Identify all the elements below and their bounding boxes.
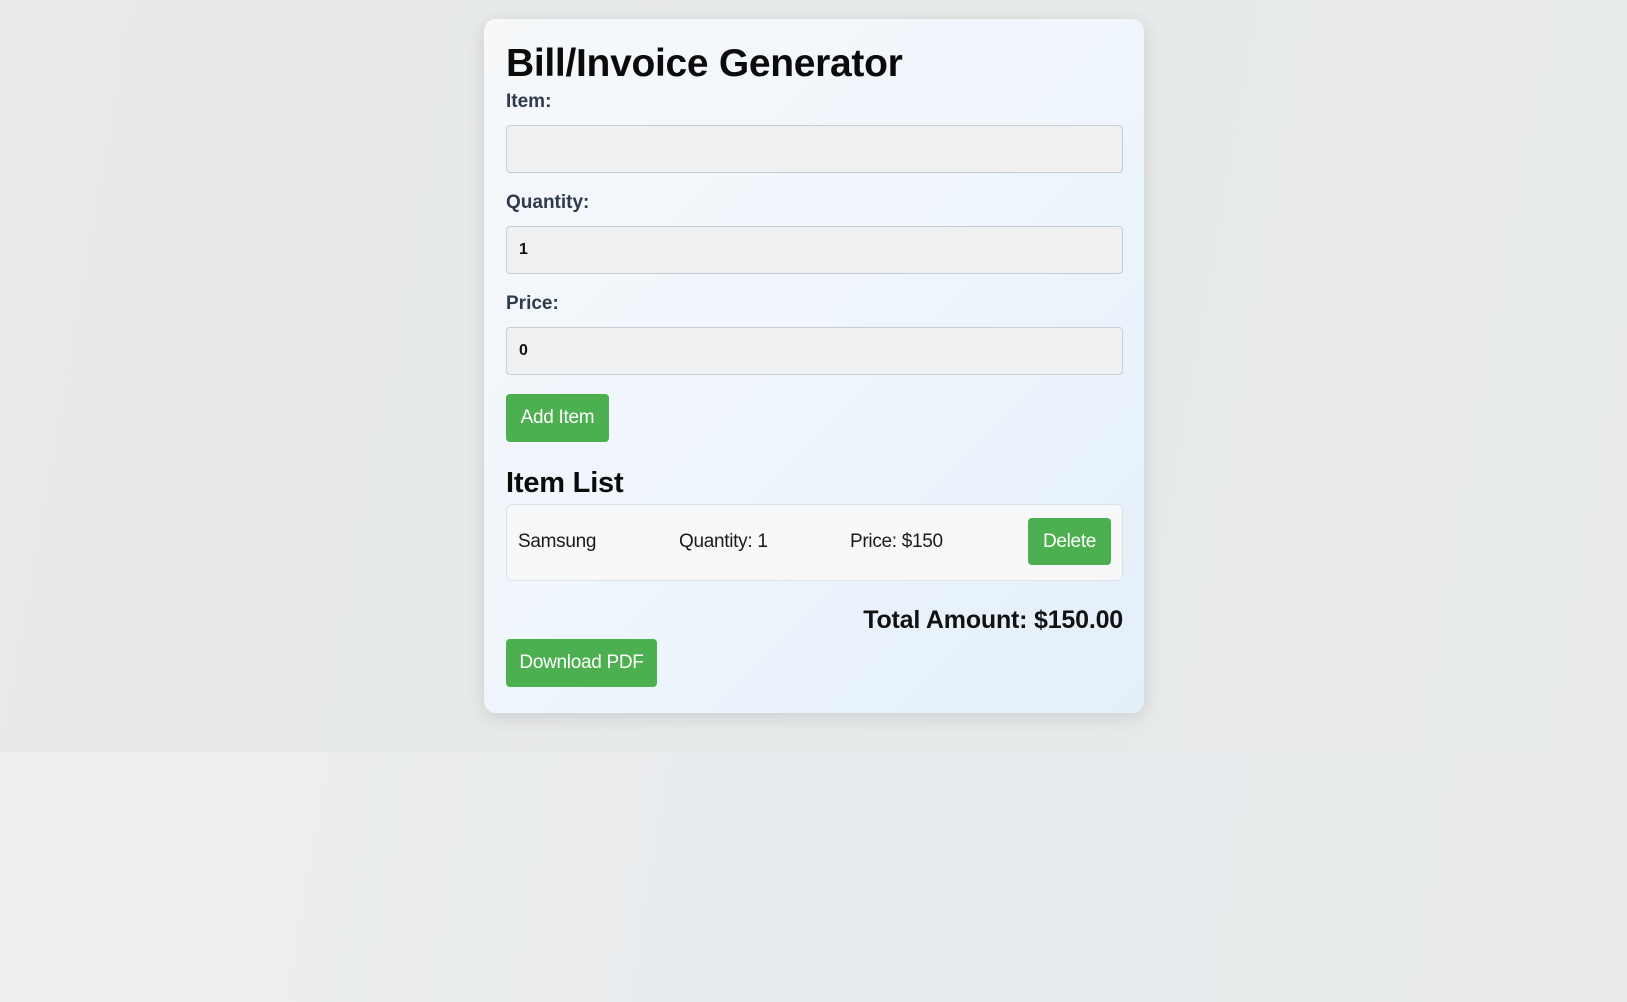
total-amount: Total Amount: $150.00 — [863, 606, 1123, 634]
item-label: Item: — [506, 91, 552, 112]
invoice-card: Bill/Invoice Generator Item: Quantity: P… — [484, 19, 1144, 713]
delete-item-button[interactable]: Delete — [1028, 518, 1111, 565]
item-field-group: Item: — [506, 91, 1123, 173]
list-item: Samsung Quantity: 1 Price: $150 Delete — [506, 504, 1123, 581]
item-name: Samsung — [518, 531, 597, 552]
page-title: Bill/Invoice Generator — [506, 42, 903, 85]
price-input[interactable] — [506, 327, 1123, 375]
item-list-title: Item List — [506, 467, 624, 499]
item-quantity: Quantity: 1 — [679, 531, 768, 552]
quantity-label: Quantity: — [506, 192, 590, 213]
item-input[interactable] — [506, 125, 1123, 173]
quantity-field-group: Quantity: — [506, 192, 1123, 274]
quantity-input[interactable] — [506, 226, 1123, 274]
price-label: Price: — [506, 293, 559, 314]
item-price: Price: $150 — [850, 531, 943, 552]
price-field-group: Price: — [506, 293, 1123, 375]
download-pdf-button[interactable]: Download PDF — [506, 639, 657, 687]
add-item-button[interactable]: Add Item — [506, 394, 609, 442]
